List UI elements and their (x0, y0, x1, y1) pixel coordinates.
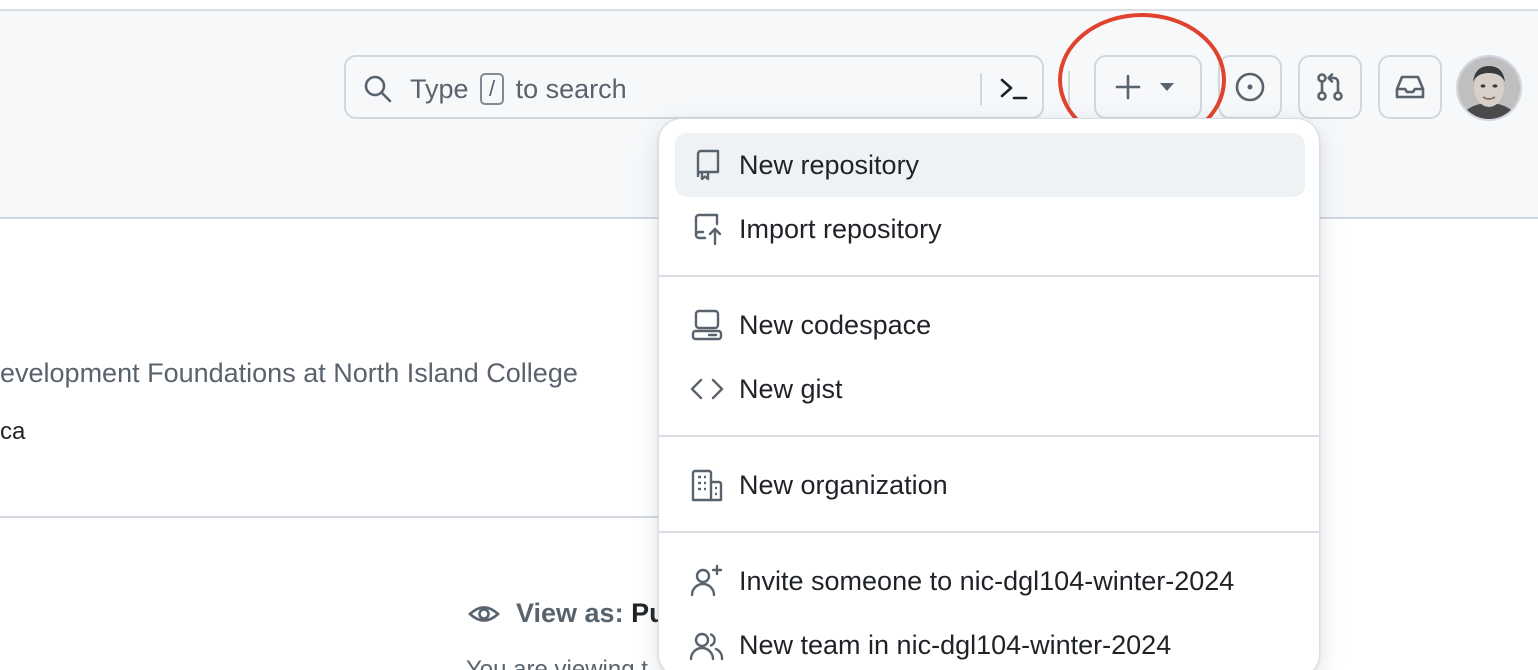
inbox-button[interactable] (1378, 55, 1442, 119)
menu-item-label: New organization (739, 470, 948, 500)
menu-item-new-gist[interactable]: New gist (675, 357, 1305, 421)
menu-item-label: Invite someone to nic-dgl104-winter-2024 (739, 566, 1235, 596)
search-shortcut-key: / (480, 73, 505, 105)
header-divider (1068, 71, 1070, 105)
browser-top-strip (0, 0, 1538, 11)
create-new-button[interactable] (1094, 55, 1202, 119)
menu-item-import-repository[interactable]: Import repository (675, 197, 1305, 261)
organization-icon (691, 469, 723, 502)
code-icon (690, 378, 724, 400)
search-placeholder-start: Type (410, 74, 469, 104)
menu-divider (659, 435, 1319, 437)
menu-divider (659, 275, 1319, 277)
issues-button[interactable] (1218, 55, 1282, 119)
view-as-label-text: View as: (516, 598, 624, 628)
eye-icon (468, 606, 500, 622)
menu-item-new-team[interactable]: New team in nic-dgl104-winter-2024 (675, 613, 1305, 670)
search-placeholder-end: to search (515, 74, 627, 104)
menu-item-new-codespace[interactable]: New codespace (675, 293, 1305, 357)
search-placeholder: Type / to search (410, 73, 627, 105)
profile-email[interactable]: ca (0, 418, 25, 446)
issue-opened-icon (1235, 72, 1265, 102)
menu-item-label: New codespace (739, 310, 932, 340)
menu-item-label: New gist (739, 374, 843, 404)
menu-item-invite-someone[interactable]: Invite someone to nic-dgl104-winter-2024 (675, 549, 1305, 613)
menu-item-label: Import repository (739, 214, 942, 244)
git-pull-request-icon (1317, 73, 1343, 101)
person-add-icon (690, 564, 723, 597)
search-input[interactable]: Type / to search (344, 55, 1044, 119)
search-divider (980, 73, 982, 105)
menu-item-label: New repository (739, 150, 920, 180)
create-new-menu: New repository Import repository New cod… (658, 118, 1320, 670)
codespaces-icon (691, 309, 723, 341)
menu-item-new-organization[interactable]: New organization (675, 453, 1305, 517)
view-as-label: View as: Pu (516, 598, 666, 629)
avatar-image (1458, 57, 1520, 119)
section-divider (0, 516, 658, 518)
profile-bio: evelopment Foundations at North Island C… (0, 358, 578, 388)
repo-push-icon (694, 213, 722, 246)
command-palette-icon[interactable] (998, 73, 1030, 105)
search-icon (364, 75, 392, 103)
menu-item-new-repository[interactable]: New repository (675, 133, 1305, 197)
people-icon (689, 632, 724, 661)
menu-divider (659, 531, 1319, 533)
menu-item-label: New team in nic-dgl104-winter-2024 (739, 630, 1172, 660)
repo-icon (696, 149, 720, 181)
viewing-notice: You are viewing t (466, 656, 648, 670)
inbox-icon (1395, 75, 1425, 99)
plus-icon (1115, 74, 1141, 100)
triangle-down-icon (1160, 83, 1174, 91)
user-avatar[interactable] (1456, 55, 1522, 121)
pull-requests-button[interactable] (1298, 55, 1362, 119)
